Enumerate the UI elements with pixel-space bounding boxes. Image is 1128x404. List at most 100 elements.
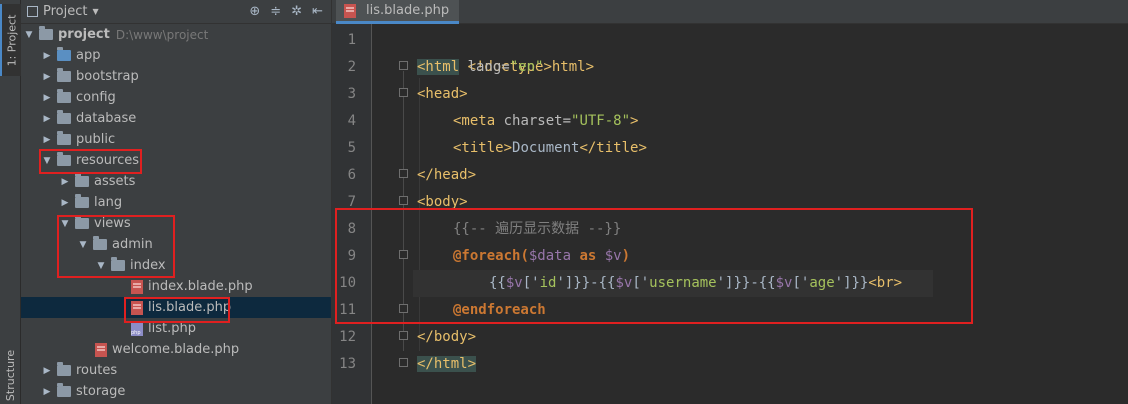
tree-node-label: routes bbox=[76, 363, 118, 378]
line-number: 1 bbox=[347, 32, 356, 48]
project-panel: Project ▼ ⊕ ≑ ✲ ⇤ ▼ project D:\www\proje… bbox=[21, 0, 331, 404]
php-file-icon bbox=[131, 321, 143, 336]
tree-node-database[interactable]: ▶ database bbox=[21, 108, 331, 129]
code-line-4: <meta charset="UTF-8"> bbox=[453, 108, 638, 135]
collapsed-arrow-icon[interactable]: ▶ bbox=[41, 114, 53, 124]
code-line-3: <head> bbox=[417, 81, 468, 108]
folder-icon bbox=[39, 26, 53, 40]
fold-marker-icon[interactable] bbox=[399, 88, 408, 97]
tree-node-bootstrap[interactable]: ▶ bootstrap bbox=[21, 66, 331, 87]
meta-token: <meta bbox=[453, 113, 496, 129]
tree-node-label: config bbox=[76, 90, 116, 105]
project-view-label: Project bbox=[43, 4, 88, 19]
tag-close-token: > bbox=[630, 113, 639, 129]
tree-node-lang[interactable]: ▶ lang bbox=[21, 192, 331, 213]
tree-node-label: lang bbox=[94, 195, 123, 210]
body-close-token: </body> bbox=[417, 329, 477, 345]
tree-node-label: index.blade.php bbox=[148, 279, 253, 294]
collapsed-arrow-icon[interactable]: ▶ bbox=[41, 51, 53, 61]
hide-icon[interactable]: ⇤ bbox=[312, 4, 323, 19]
expanded-arrow-icon[interactable]: ▼ bbox=[23, 30, 35, 40]
folder-icon bbox=[57, 383, 71, 397]
blade-file-icon bbox=[344, 3, 356, 18]
tree-node-storage[interactable]: ▶ storage bbox=[21, 381, 331, 402]
fold-marker-icon[interactable] bbox=[399, 61, 408, 70]
project-icon bbox=[27, 6, 38, 17]
tree-node-project-root[interactable]: ▼ project D:\www\project bbox=[21, 24, 331, 45]
project-tool-tab-label: 1: Project bbox=[5, 14, 18, 66]
collapse-icon[interactable]: ≑ bbox=[270, 4, 281, 19]
title-close-token: </title> bbox=[579, 140, 647, 156]
collapsed-arrow-icon[interactable]: ▶ bbox=[59, 177, 71, 187]
project-view-selector[interactable]: Project ▼ bbox=[27, 4, 99, 19]
collapsed-arrow-icon[interactable]: ▶ bbox=[59, 198, 71, 208]
line-number: 6 bbox=[347, 167, 356, 183]
tree-node-config[interactable]: ▶ config bbox=[21, 87, 331, 108]
editor-tab-lis-blade-php[interactable]: lis.blade.php bbox=[336, 0, 460, 24]
tree-node-index-blade-php[interactable]: index.blade.php bbox=[21, 276, 331, 297]
tree-node-assets[interactable]: ▶ assets bbox=[21, 171, 331, 192]
title-open-token: <title> bbox=[453, 140, 513, 156]
code-line-2: <html lang="en"> bbox=[417, 54, 552, 81]
tree-node-routes[interactable]: ▶ routes bbox=[21, 360, 331, 381]
folder-icon bbox=[57, 362, 71, 376]
tree-node-welcome-blade-php[interactable]: welcome.blade.php bbox=[21, 339, 331, 360]
folder-icon bbox=[57, 131, 71, 145]
chevron-down-icon: ▼ bbox=[92, 7, 99, 16]
fold-marker-icon[interactable] bbox=[399, 169, 408, 178]
code-line-5: <title>Document</title> bbox=[453, 135, 647, 162]
folder-icon bbox=[57, 47, 71, 61]
code-line-1: <!doctype html> bbox=[417, 27, 594, 75]
tree-node-label: database bbox=[76, 111, 137, 126]
project-tool-tab[interactable]: 1: Project bbox=[0, 4, 21, 76]
code-line-12: </body> bbox=[417, 324, 476, 351]
blade-file-icon bbox=[131, 279, 143, 294]
tag-close-token: > bbox=[543, 59, 552, 75]
structure-tool-tab[interactable]: Structure bbox=[0, 346, 21, 404]
annotation-box-views-admin-index bbox=[57, 215, 175, 278]
attr-token: lang= bbox=[459, 59, 510, 75]
collapsed-arrow-icon[interactable]: ▶ bbox=[41, 135, 53, 145]
tree-node-public[interactable]: ▶ public bbox=[21, 129, 331, 150]
tree-node-label: list.php bbox=[148, 321, 196, 336]
folder-icon bbox=[75, 194, 89, 208]
tree-root-path: D:\www\project bbox=[115, 27, 209, 42]
annotation-box-foreach-block bbox=[335, 208, 973, 324]
collapsed-arrow-icon[interactable]: ▶ bbox=[41, 93, 53, 103]
tree-node-label: storage bbox=[76, 384, 126, 399]
collapsed-arrow-icon[interactable]: ▶ bbox=[41, 72, 53, 82]
code-line-6: </head> bbox=[417, 162, 476, 189]
line-number: 3 bbox=[347, 86, 356, 102]
structure-tool-tab-label: Structure bbox=[4, 349, 18, 401]
editor-tab-bar: lis.blade.php bbox=[332, 0, 1128, 24]
crosshair-icon[interactable]: ⊕ bbox=[249, 4, 260, 19]
folder-icon bbox=[57, 68, 71, 82]
line-number: 5 bbox=[347, 140, 356, 156]
tree-root-name: project bbox=[58, 27, 110, 42]
tree-node-app[interactable]: ▶ app bbox=[21, 45, 331, 66]
line-number: 12 bbox=[339, 329, 356, 345]
gear-icon[interactable]: ✲ bbox=[291, 4, 302, 19]
tool-window-strip: 1: Project Structure bbox=[0, 0, 21, 404]
string-token: "UTF-8" bbox=[571, 113, 631, 129]
head-open-token: <head> bbox=[417, 86, 468, 102]
tree-node-label: app bbox=[76, 48, 101, 63]
line-number: 4 bbox=[347, 113, 356, 129]
project-panel-toolbar: Project ▼ ⊕ ≑ ✲ ⇤ bbox=[21, 0, 331, 24]
line-number: 2 bbox=[347, 59, 356, 75]
annotation-box-resources bbox=[39, 149, 142, 174]
fold-marker-icon[interactable] bbox=[399, 358, 408, 367]
head-close-token: </head> bbox=[417, 167, 477, 183]
fold-marker-icon[interactable] bbox=[399, 331, 408, 340]
fold-marker-icon[interactable] bbox=[399, 196, 408, 205]
html-close-token: </html> bbox=[417, 356, 477, 372]
text-token: Document bbox=[512, 140, 580, 156]
code-line-13: </html> bbox=[417, 351, 477, 378]
html-open-token: <html bbox=[417, 59, 460, 75]
collapsed-arrow-icon[interactable]: ▶ bbox=[41, 366, 53, 376]
folder-icon bbox=[57, 110, 71, 124]
line-number: 13 bbox=[339, 356, 356, 372]
collapsed-arrow-icon[interactable]: ▶ bbox=[41, 387, 53, 397]
code-editor: lis.blade.php 1 2 3 4 5 6 7 8 9 10 11 12… bbox=[331, 0, 1128, 404]
editor-tab-label: lis.blade.php bbox=[366, 3, 450, 18]
